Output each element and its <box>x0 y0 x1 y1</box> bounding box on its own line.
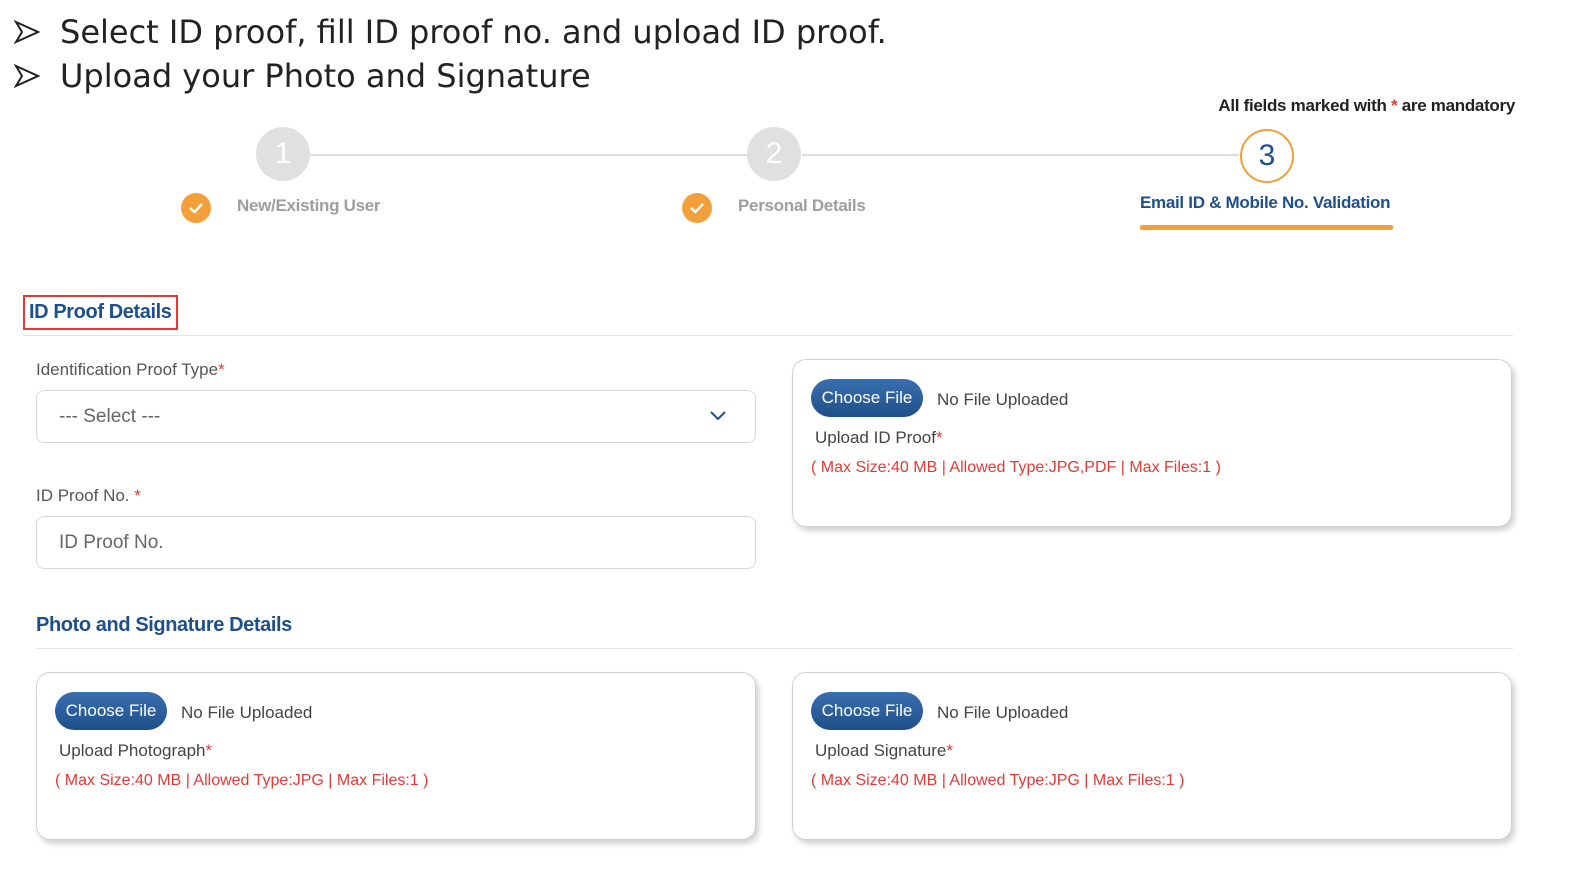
upload-photograph-label: Upload Photograph* <box>59 741 212 761</box>
upload-id-proof-label: Upload ID Proof* <box>815 428 943 448</box>
upload-constraints: ( Max Size:40 MB | Allowed Type:JPG,PDF … <box>811 459 1221 476</box>
required-star: * <box>218 360 225 379</box>
step-3-circle[interactable]: 3 <box>1240 129 1294 183</box>
id-proof-type-value: --- Select --- <box>59 405 161 427</box>
file-status: No File Uploaded <box>181 703 313 722</box>
id-proof-number-label: ID Proof No. * <box>36 486 141 506</box>
file-status: No File Uploaded <box>937 390 1069 409</box>
mandatory-suffix: are mandatory <box>1401 96 1516 115</box>
step-2-circle[interactable]: 2 <box>747 127 801 181</box>
arrow-bullet-icon <box>14 19 40 45</box>
instruction-text: Select ID proof, fill ID proof no. and u… <box>60 13 887 51</box>
required-star: * <box>946 741 953 760</box>
upload-constraints: ( Max Size:40 MB | Allowed Type:JPG | Ma… <box>811 772 1185 789</box>
id-proof-section-title: ID Proof Details <box>23 295 178 330</box>
active-step-indicator <box>1140 225 1393 230</box>
instruction-text: Upload your Photo and Signature <box>60 57 591 95</box>
signature-upload-card: Choose File No File Uploaded Upload Sign… <box>792 672 1512 840</box>
arrow-bullet-icon <box>14 63 40 89</box>
stepper-connector <box>802 154 1239 156</box>
instruction-item: Select ID proof, fill ID proof no. and u… <box>14 10 887 54</box>
upload-constraints: ( Max Size:40 MB | Allowed Type:JPG | Ma… <box>55 772 429 789</box>
id-proof-number-label-text: ID Proof No. <box>36 486 130 505</box>
id-proof-type-select[interactable]: --- Select --- <box>36 390 756 443</box>
mandatory-prefix: All fields marked with <box>1218 96 1387 115</box>
step-3-label[interactable]: Email ID & Mobile No. Validation <box>1140 193 1390 213</box>
choose-file-button[interactable]: Choose File <box>811 692 923 730</box>
upload-label-text: Upload Signature <box>815 741 947 760</box>
instruction-item: Upload your Photo and Signature <box>14 54 887 98</box>
id-proof-upload-card: Choose File No File Uploaded Upload ID P… <box>792 359 1512 527</box>
section-divider <box>36 648 1513 649</box>
file-status: No File Uploaded <box>937 703 1069 722</box>
choose-file-button[interactable]: Choose File <box>811 379 923 417</box>
mandatory-note: All fields marked with * are mandatory <box>1218 96 1515 116</box>
id-proof-type-label-text: Identification Proof Type <box>36 360 219 379</box>
choose-file-button[interactable]: Choose File <box>55 692 167 730</box>
photo-upload-card: Choose File No File Uploaded Upload Phot… <box>36 672 756 840</box>
id-proof-number-placeholder: ID Proof No. <box>59 531 164 553</box>
required-star: * <box>935 428 943 447</box>
required-star: * <box>205 741 213 760</box>
chevron-down-icon <box>710 411 726 421</box>
upload-label-text: Upload ID Proof <box>815 428 936 447</box>
required-star: * <box>134 486 141 505</box>
upload-label-text: Upload Photograph <box>59 741 206 760</box>
required-star: * <box>1390 96 1398 115</box>
id-proof-type-label: Identification Proof Type* <box>36 360 225 380</box>
section-divider <box>23 335 1513 336</box>
photo-section-title: Photo and Signature Details <box>36 614 292 636</box>
step-1-circle[interactable]: 1 <box>256 127 310 181</box>
id-proof-number-input[interactable]: ID Proof No. <box>36 516 756 569</box>
stepper-connector <box>310 154 747 156</box>
check-icon <box>181 193 211 223</box>
instruction-list: Select ID proof, fill ID proof no. and u… <box>14 10 887 98</box>
check-icon <box>682 193 712 223</box>
upload-signature-label: Upload Signature* <box>815 741 953 761</box>
step-1-label[interactable]: New/Existing User <box>237 196 381 216</box>
step-2-label[interactable]: Personal Details <box>738 196 866 216</box>
